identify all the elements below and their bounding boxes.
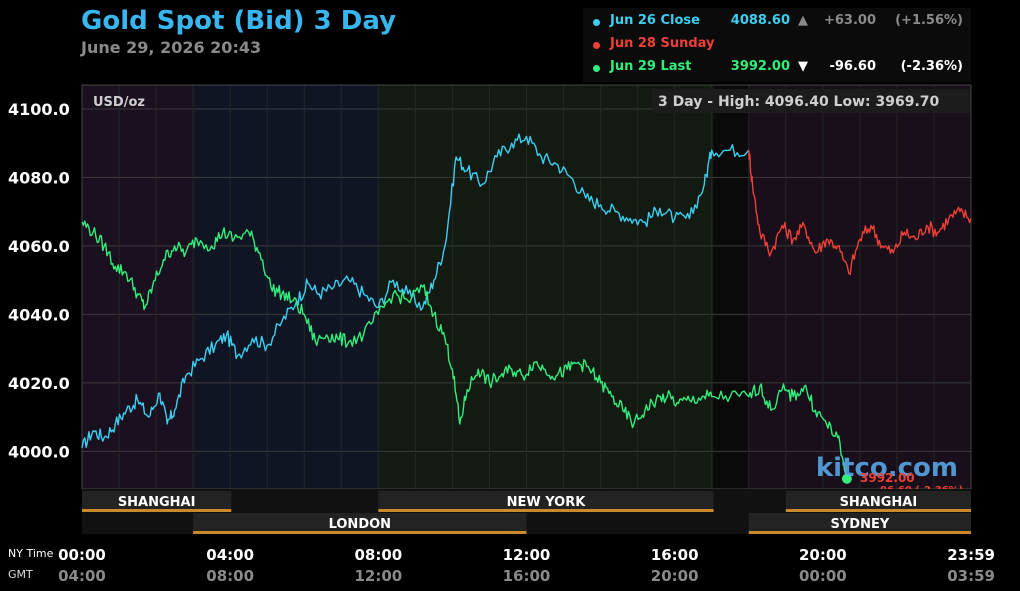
y-tick-label: 4020.0 [8,374,70,393]
legend-label: Jun 26 Close [610,13,700,28]
y-tick-label: 4000.0 [8,442,70,461]
x-tick-label-gmt: 00:00 [799,567,847,585]
last-price-label: 3992.00 [860,471,915,485]
y-tick-label: 4100.0 [8,100,70,119]
y-tick-label: 4040.0 [8,305,70,324]
gmt-row-label: GMT [8,568,33,581]
x-tick-label-ny: 20:00 [799,546,847,564]
legend-price: 4088.60 [730,13,790,28]
session-label: SYDNEY [831,517,890,532]
x-tick-label-ny: 16:00 [651,546,699,564]
x-tick-label-gmt: 20:00 [651,567,699,585]
legend-change: -96.60 [829,59,876,74]
legend-dot [593,65,600,72]
y-tick-label: 4060.0 [8,237,70,256]
legend-percent: (-2.36%) [900,59,963,74]
gold-price-chart: 4000.0 4020.0 4040.0 4060.0 4080.0 4100.0 USD/… [8,84,995,585]
session-label: NEW YORK [507,495,587,510]
legend-dot [593,19,600,26]
y-tick-label: 4080.0 [8,168,70,187]
up-arrow-icon: ▲ [798,13,808,28]
legend-percent: (+1.56%) [895,13,963,28]
x-tick-label-ny: 12:00 [503,546,551,564]
x-tick-label-gmt: 16:00 [503,567,551,585]
legend-label: Jun 29 Last [610,59,692,74]
chart-datetime: June 29, 2026 20:43 [81,38,262,57]
legend-dot [593,42,600,49]
x-tick-label-gmt: 08:00 [206,567,254,585]
down-arrow-icon: ▼ [798,59,808,74]
x-tick-label-ny: 04:00 [206,546,254,564]
x-tick-label-gmt: 12:00 [354,567,402,585]
legend-change: +63.00 [823,13,876,28]
high-low-label: 3 Day - High: 4096.40 Low: 3969.70 [658,94,940,110]
legend-label: Jun 28 Sunday [610,36,715,51]
session-label: LONDON [329,517,391,532]
session-band [378,85,714,489]
session-label: SHANGHAI [840,495,918,510]
x-tick-label-gmt: 04:00 [58,567,106,585]
ny-time-row-label: NY Time [8,547,54,560]
legend: Jun 26 Close 4088.60 ▲ +63.00 (+1.56%) J… [583,8,971,82]
session-label: SHANGHAI [118,495,196,510]
session-band [193,85,379,489]
session-band [713,85,749,489]
x-tick-label-ny: 00:00 [58,546,106,564]
chart-title: Gold Spot (Bid) 3 Day [81,6,397,36]
x-tick-label-gmt: 03:59 [947,567,995,585]
session-band [82,85,194,489]
x-tick-label-ny: 08:00 [354,546,402,564]
x-tick-label-ny: 23:59 [947,546,995,564]
legend-price: 3992.00 [730,59,790,74]
unit-label: USD/oz [93,95,145,110]
